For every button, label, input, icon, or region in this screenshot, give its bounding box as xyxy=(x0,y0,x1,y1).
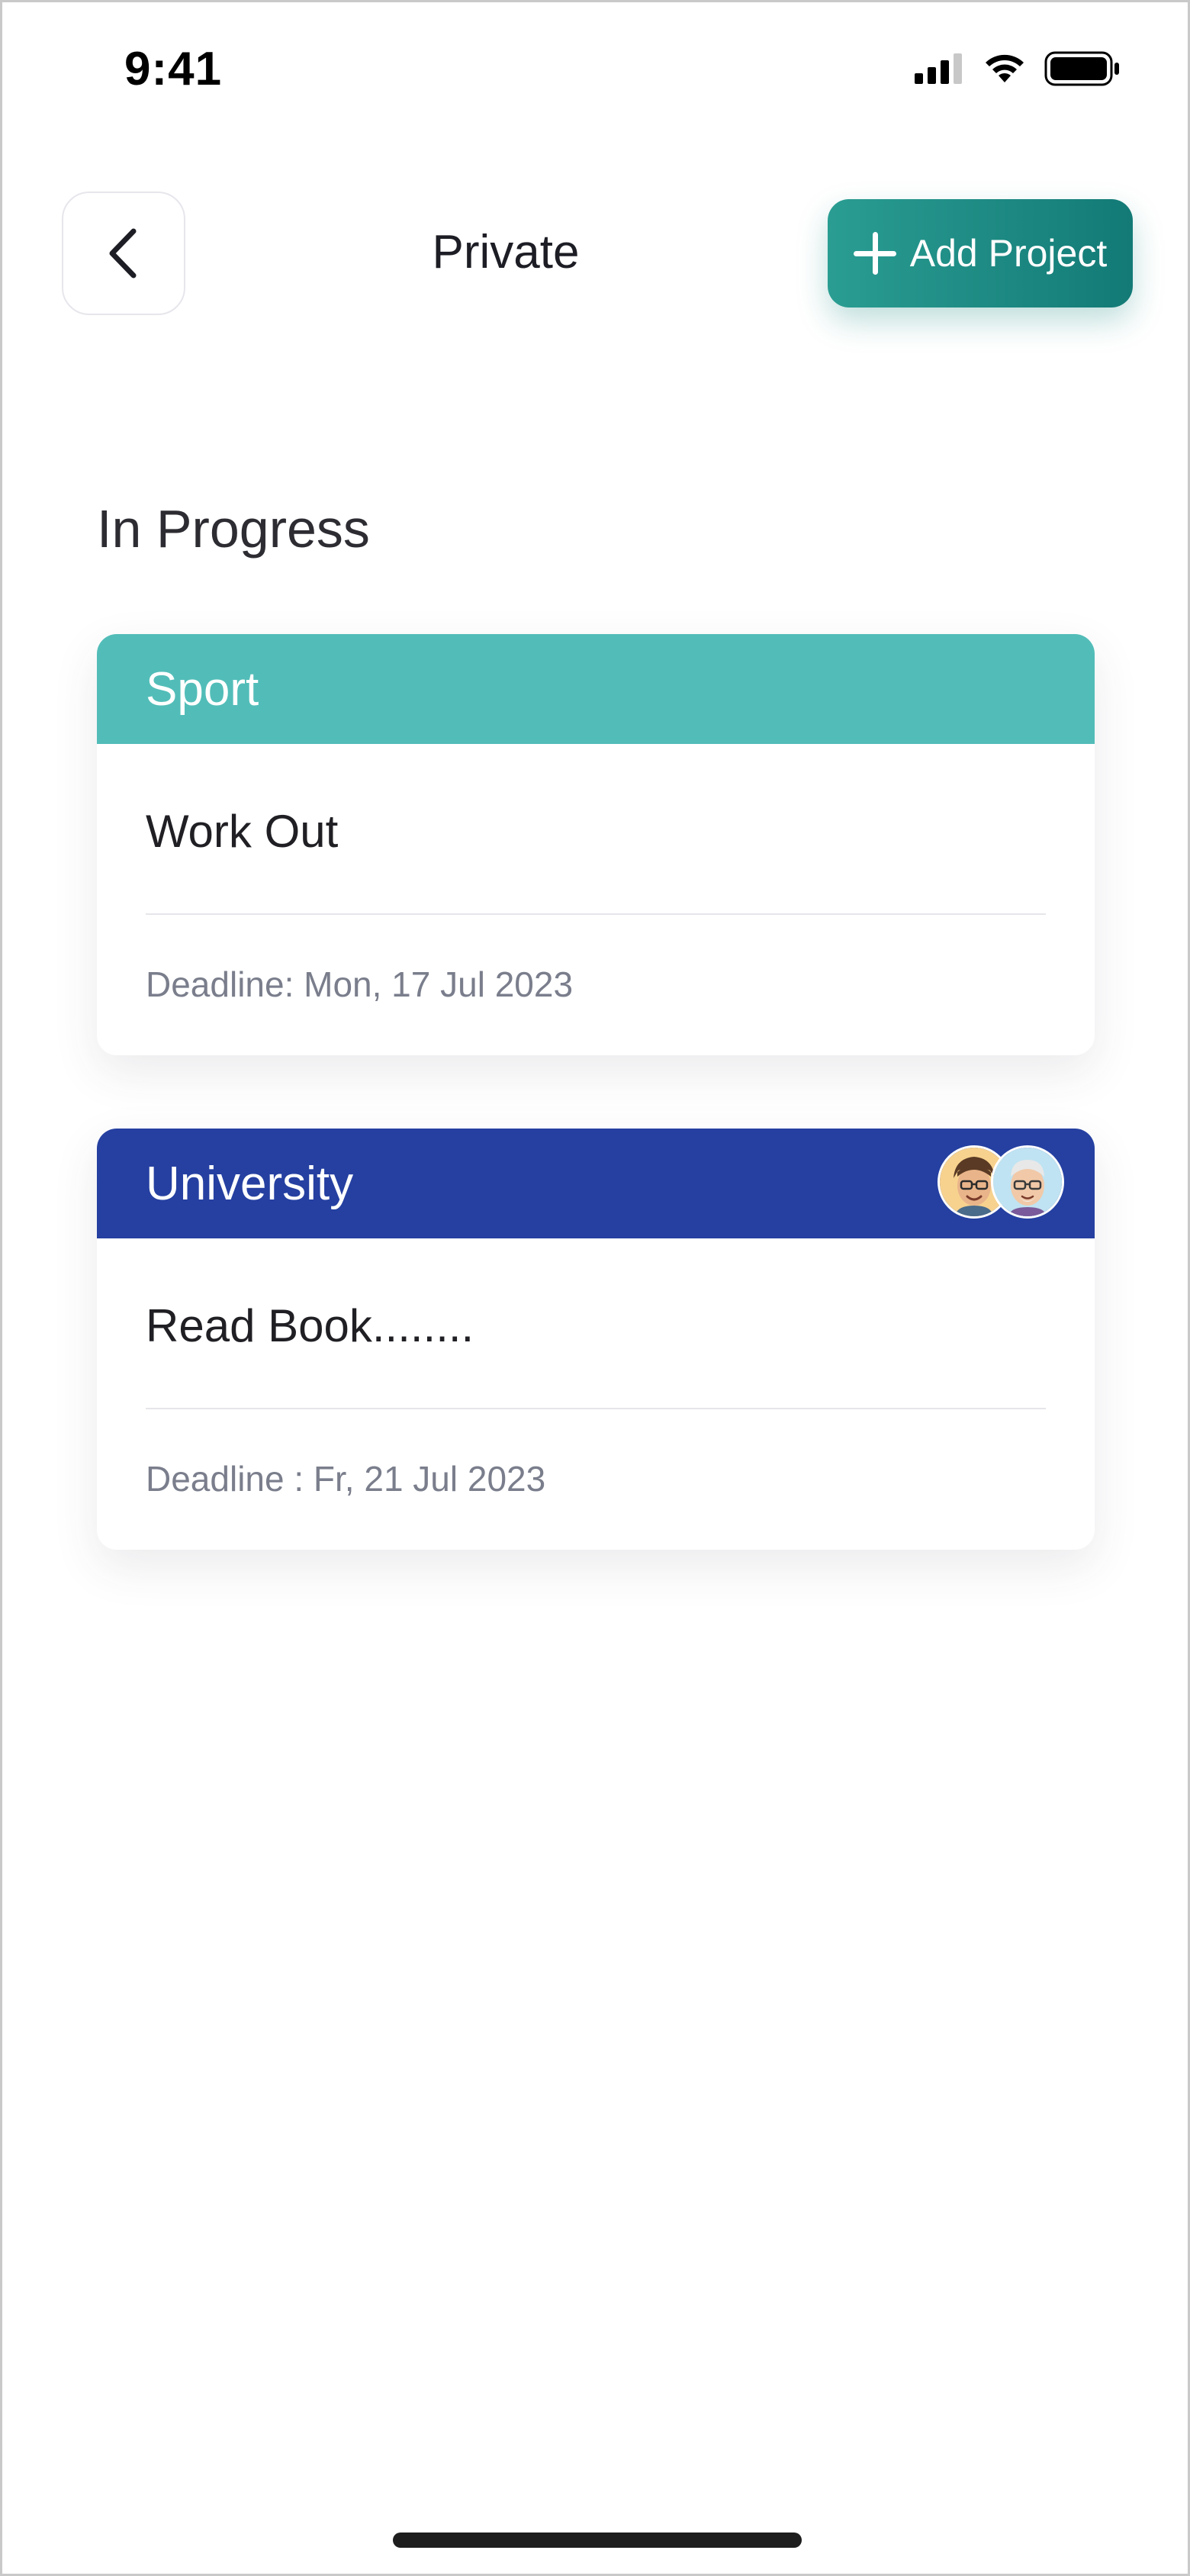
card-divider xyxy=(146,913,1046,915)
card-header: University xyxy=(97,1129,1095,1238)
project-card-university[interactable]: University Read Book........ Deadline: … xyxy=(97,1129,1095,1550)
phone-screen: 9:41 Private Add Project In Progress Spo… xyxy=(0,0,1190,2576)
card-deadline: Deadline: Mon, 17 Jul 2023 xyxy=(146,964,574,1004)
page-title: Private xyxy=(432,226,580,279)
card-divider xyxy=(146,1408,1046,1409)
add-project-label: Add Project xyxy=(909,232,1108,275)
battery-icon xyxy=(1044,51,1119,86)
cellular-signal-icon xyxy=(915,53,962,84)
plus-icon xyxy=(853,232,896,275)
avatar xyxy=(991,1145,1064,1219)
member-avatars[interactable] xyxy=(938,1145,1064,1219)
project-card-sport[interactable]: Sport Work Out Deadline: Mon, 17 Jul 202… xyxy=(97,634,1095,1055)
card-category: Sport xyxy=(146,662,259,716)
back-button[interactable] xyxy=(62,192,185,315)
status-time: 9:41 xyxy=(124,43,223,95)
card-task: Read Book........ xyxy=(146,1300,474,1351)
card-task: Work Out xyxy=(146,806,339,857)
wifi-icon xyxy=(986,54,1024,82)
chevron-left-icon xyxy=(109,228,137,279)
add-project-button[interactable]: Add Project xyxy=(828,199,1133,308)
card-header: Sport xyxy=(97,634,1095,744)
card-deadline: Deadline : Fr, 21 Jul 2023 xyxy=(146,1459,546,1499)
card-category: University xyxy=(146,1157,354,1210)
section-title: In Progress xyxy=(97,499,370,559)
avatar-old-man-icon xyxy=(993,1148,1062,1216)
status-icons xyxy=(915,51,1121,86)
home-indicator xyxy=(393,2533,802,2548)
